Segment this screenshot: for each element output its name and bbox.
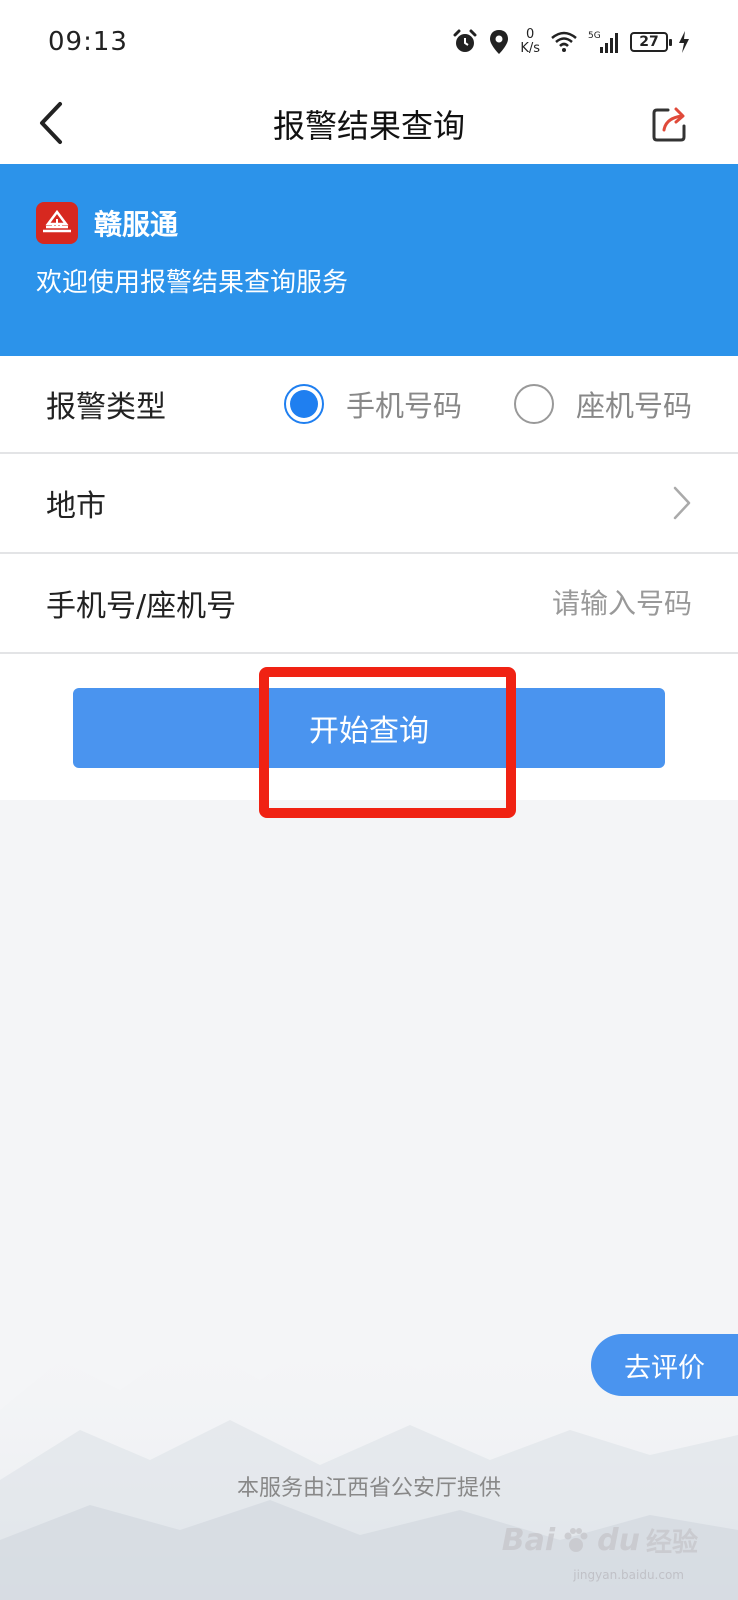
phone-label: 手机号/座机号	[46, 589, 237, 624]
city-label: 地市	[46, 489, 106, 524]
signal-icon: 5G	[588, 29, 620, 55]
battery-icon: 27	[630, 32, 672, 52]
baidu-watermark: Bai du 经验	[502, 1522, 698, 1559]
chevron-left-icon	[40, 102, 62, 144]
network-type: 5G	[588, 31, 601, 41]
alarm-type-row: 报警类型 手机号码 座机号码	[0, 356, 738, 454]
watermark-brand: Bai	[501, 1523, 556, 1558]
status-time: 09:13	[48, 27, 128, 57]
radio-mobile[interactable]: 手机号码	[283, 383, 462, 425]
service-banner: 赣服通 欢迎使用报警结果查询服务	[0, 164, 738, 356]
radio-landline-label: 座机号码	[575, 389, 692, 423]
phone-input[interactable]	[452, 586, 692, 620]
watermark-brand-suffix: du	[597, 1523, 640, 1558]
radio-unchecked-icon	[513, 384, 554, 424]
city-row[interactable]: 地市	[0, 454, 738, 554]
watermark-brand-cn: 经验	[645, 1528, 698, 1558]
status-icons: 0 K/s 5G 27	[452, 28, 690, 56]
welcome-text: 欢迎使用报警结果查询服务	[36, 268, 349, 298]
radio-mobile-label: 手机号码	[345, 389, 462, 423]
rate-button[interactable]: 去评价	[591, 1334, 738, 1396]
net-speed: 0 K/s	[520, 28, 540, 56]
share-button[interactable]	[642, 96, 698, 152]
phone-row: 手机号/座机号	[0, 554, 738, 654]
rate-button-label: 去评价	[624, 1352, 705, 1384]
paw-icon	[564, 1527, 588, 1552]
status-bar: 09:13 0 K/s 5G 27	[0, 0, 738, 84]
banner-brand: 赣服通	[36, 202, 178, 244]
highlight-annotation-box	[259, 667, 516, 818]
page-title: 报警结果查询	[272, 107, 465, 145]
building-logo-icon	[43, 209, 71, 233]
radio-landline[interactable]: 座机号码	[513, 383, 692, 425]
alarm-type-label: 报警类型	[46, 390, 166, 425]
app-logo	[36, 202, 78, 244]
nav-bar: 报警结果查询	[0, 84, 738, 164]
alarm-type-radio-group: 手机号码 座机号码	[283, 383, 692, 425]
app-name: 赣服通	[94, 208, 179, 241]
footer-provider-text: 本服务由江西省公安厅提供	[236, 1476, 501, 1501]
back-button[interactable]	[26, 98, 76, 148]
location-icon	[488, 29, 510, 55]
alarm-icon	[452, 29, 478, 55]
share-icon	[652, 107, 686, 142]
charging-icon	[678, 31, 690, 53]
net-speed-value: 0	[526, 27, 535, 42]
radio-checked-icon	[283, 384, 324, 424]
wifi-icon	[550, 30, 578, 54]
watermark-url: jingyan.baidu.com	[573, 1568, 684, 1582]
chevron-right-icon	[672, 485, 692, 521]
net-speed-unit: K/s	[520, 41, 540, 56]
battery-level: 27	[639, 34, 659, 50]
